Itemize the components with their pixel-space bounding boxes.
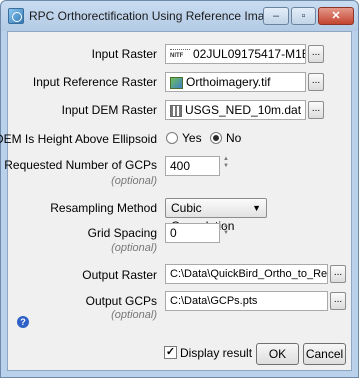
- output-gcps-input[interactable]: C:\Data\GCPs.pts: [165, 291, 328, 311]
- output-raster-label: Output Raster: [82, 268, 157, 282]
- input-raster-field[interactable]: NITF02JUL09175417-M1BS-0: [165, 44, 306, 64]
- resampling-label: Resampling Method: [50, 201, 157, 215]
- dem-ellipsoid-label: DEM Is Height Above Ellipsoid: [0, 132, 157, 146]
- display-result-label[interactable]: Display result: [180, 346, 252, 360]
- input-reference-field[interactable]: Orthoimagery.tif: [165, 72, 306, 92]
- input-raster-label: Input Raster: [91, 47, 157, 61]
- nitf-file-icon: NITF: [170, 48, 190, 61]
- num-gcps-spinner[interactable]: ▲ ▼: [222, 156, 230, 170]
- dialog-body: Input Raster NITF02JUL09175417-M1BS-0 ..…: [0, 31, 352, 371]
- input-reference-label: Input Reference Raster: [32, 75, 157, 89]
- resampling-dropdown[interactable]: Cubic Convolution ▼: [165, 198, 267, 233]
- chevron-down-icon: ▼: [252, 203, 261, 213]
- app-icon: [8, 8, 24, 24]
- input-dem-label: Input DEM Raster: [61, 103, 157, 117]
- input-dem-field[interactable]: USGS_NED_10m.dat: [165, 100, 306, 120]
- num-gcps-input[interactable]: 400: [165, 156, 220, 176]
- input-reference-browse-button[interactable]: ...: [308, 73, 324, 91]
- output-gcps-label: Output GCPs: [85, 294, 157, 308]
- grid-spacing-input[interactable]: 0: [165, 223, 220, 243]
- grid-spacing-optional: (optional): [111, 242, 157, 254]
- window-title: RPC Orthorectification Using Reference I…: [29, 9, 278, 23]
- dialog-window: RPC Orthorectification Using Reference I…: [0, 0, 359, 378]
- output-gcps-optional: (optional): [111, 309, 157, 321]
- dem-ellipsoid-no-radio[interactable]: [210, 132, 222, 144]
- minimize-button[interactable]: –: [263, 7, 289, 25]
- input-raster-value: 02JUL09175417-M1BS-0: [193, 47, 305, 61]
- output-gcps-browse-button[interactable]: ...: [330, 292, 346, 310]
- cancel-button[interactable]: Cancel: [303, 343, 346, 365]
- image-file-icon: [170, 76, 183, 89]
- dem-ellipsoid-no-label[interactable]: No: [226, 131, 241, 145]
- dem-file-icon: [170, 104, 182, 117]
- title-bar[interactable]: RPC Orthorectification Using Reference I…: [1, 1, 358, 31]
- num-gcps-label: Requested Number of GCPs: [4, 158, 157, 172]
- dem-ellipsoid-yes-label[interactable]: Yes: [182, 131, 202, 145]
- display-result-checkbox[interactable]: ✓: [164, 346, 177, 359]
- input-raster-browse-button[interactable]: ...: [308, 45, 324, 63]
- grid-spacing-label: Grid Spacing: [87, 226, 157, 240]
- output-raster-browse-button[interactable]: ...: [330, 265, 346, 283]
- help-icon[interactable]: ?: [17, 316, 29, 328]
- input-dem-value: USGS_NED_10m.dat: [185, 103, 302, 117]
- ok-button[interactable]: OK: [256, 343, 299, 365]
- dem-ellipsoid-yes-radio[interactable]: [166, 132, 178, 144]
- maximize-button[interactable]: ▫: [291, 7, 316, 25]
- grid-spacing-spinner[interactable]: ▲ ▼: [222, 223, 230, 237]
- close-button[interactable]: ✕: [318, 7, 354, 25]
- input-dem-browse-button[interactable]: ...: [308, 101, 324, 119]
- num-gcps-optional: (optional): [111, 175, 157, 187]
- input-reference-value: Orthoimagery.tif: [186, 75, 271, 89]
- output-raster-input[interactable]: C:\Data\QuickBird_Ortho_to_Ref.dat: [165, 264, 328, 284]
